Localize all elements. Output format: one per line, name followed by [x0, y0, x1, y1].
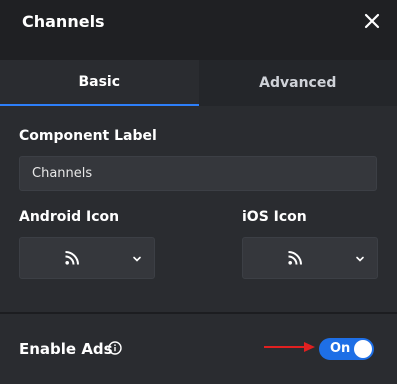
component-label-heading: Component Label — [19, 128, 157, 144]
dialog-title: Channels — [22, 12, 105, 31]
ios-icon-heading: iOS Icon — [242, 209, 307, 225]
ios-icon-select[interactable] — [242, 237, 378, 279]
enable-ads-label: Enable Ads — [19, 340, 113, 358]
toggle-state-text: On — [330, 341, 351, 356]
android-icon-select[interactable] — [19, 237, 155, 279]
toggle-knob — [354, 340, 372, 358]
rss-icon — [65, 251, 79, 265]
chevron-down-icon — [132, 254, 142, 264]
rss-icon — [288, 251, 302, 265]
chevron-down-icon — [355, 254, 365, 264]
close-icon[interactable] — [363, 12, 381, 30]
component-label-input[interactable] — [19, 156, 377, 191]
dialog-header: Channels — [0, 0, 397, 44]
android-icon-heading: Android Icon — [19, 209, 120, 225]
tab-basic[interactable]: Basic — [0, 60, 199, 106]
enable-ads-row: Enable Ads On — [0, 314, 397, 384]
info-icon[interactable] — [108, 341, 122, 355]
tab-bar: Basic Advanced — [0, 60, 397, 106]
red-arrow-icon — [262, 341, 316, 353]
enable-ads-toggle[interactable]: On — [319, 338, 374, 360]
tab-advanced[interactable]: Advanced — [198, 60, 397, 106]
